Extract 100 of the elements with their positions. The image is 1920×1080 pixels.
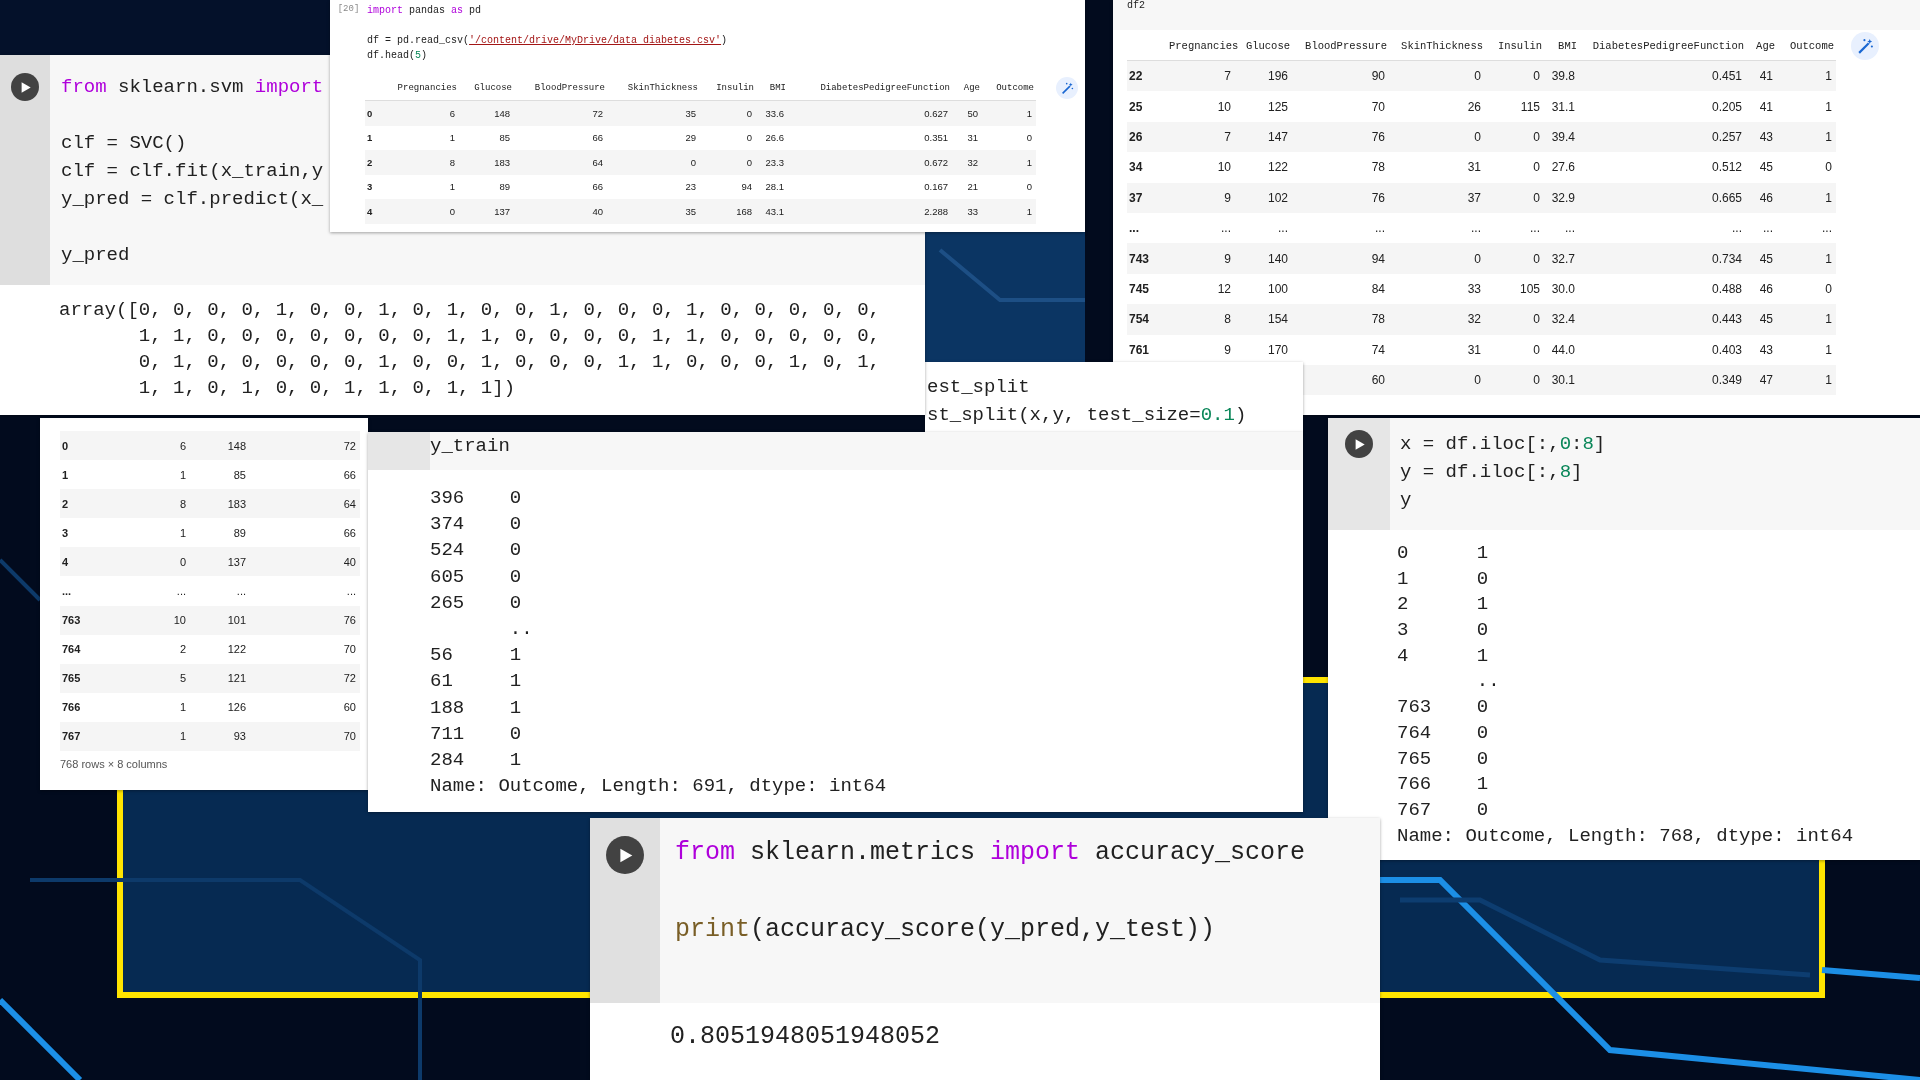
column-header: Insulin: [700, 76, 756, 101]
table-cell: 148: [459, 100, 514, 126]
table-cell: 90: [1292, 60, 1389, 92]
table-cell: 0: [1389, 60, 1485, 92]
table-cell: 0: [1485, 243, 1544, 274]
table-cell: 94: [1292, 243, 1389, 274]
table-cell: 46: [1746, 182, 1777, 213]
table-cell: 21: [952, 174, 982, 199]
table-cell: 0: [982, 125, 1036, 150]
table-cell: 0: [1389, 364, 1485, 396]
output-line: 284 1: [430, 747, 523, 773]
table-cell: 0: [110, 547, 190, 577]
table-cell: 1: [1777, 243, 1836, 274]
table-cell: 154: [1235, 304, 1292, 335]
row-index: 4: [365, 199, 394, 224]
row-index: 745: [1127, 273, 1167, 305]
output-line: ..: [508, 616, 534, 642]
table-cell: 32.9: [1544, 182, 1579, 213]
table-cell: 66: [514, 174, 607, 199]
row-index: 764: [60, 634, 110, 664]
table-cell: 66: [514, 125, 607, 150]
column-header: Age: [952, 76, 982, 101]
output-line: 1, 1, 0, 1, 0, 0, 1, 1, 0, 1, 1]): [137, 376, 517, 401]
table-cell: 0: [700, 100, 756, 126]
table-cell: 1: [110, 518, 190, 548]
table-cell: 26: [1389, 91, 1485, 122]
table-cell: 66: [250, 460, 360, 490]
output-line: 767 0: [1397, 797, 1490, 823]
table-cell: 66: [250, 518, 360, 548]
table-cell: 84: [1292, 273, 1389, 305]
output-line: 265 0: [430, 590, 523, 616]
column-header: DiabetesPedigreeFunction: [788, 76, 952, 101]
output-line: 56 1: [430, 643, 523, 669]
wand-icon: [1060, 81, 1074, 95]
row-index: 1: [365, 125, 394, 150]
table-cell: 0.451: [1579, 60, 1746, 92]
table-cell: 78: [1292, 152, 1389, 183]
output-line: 0.8051948051948052: [670, 1023, 942, 1051]
wand-button[interactable]: [1056, 77, 1078, 99]
output-line: Name: Outcome, Length: 691, dtype: int64: [430, 774, 888, 800]
table-cell: 0: [700, 125, 756, 150]
output-line: 188 1: [430, 695, 523, 721]
table-cell: 43: [1746, 334, 1777, 365]
row-index: 763: [60, 605, 110, 635]
column-header: Outcome: [1777, 32, 1836, 61]
output-line: 0, 1, 0, 0, 0, 0, 0, 1, 0, 0, 1, 0, 0, 0, 1, 1, 0, 0, 0, 1, 0, 1,: [137, 350, 881, 375]
table-cell: 0: [1485, 182, 1544, 213]
table-cell: 1: [1777, 60, 1836, 92]
table-cell: ...: [1777, 212, 1836, 244]
table-cell: 76: [1292, 121, 1389, 153]
column-header: Outcome: [982, 76, 1036, 101]
table-cell: 0: [1389, 121, 1485, 153]
run-button[interactable]: [606, 836, 644, 874]
run-button[interactable]: [11, 73, 39, 101]
row-index: 2: [365, 150, 394, 175]
table-cell: 85: [190, 460, 250, 490]
row-index: 767: [60, 721, 110, 752]
table-cell: 72: [514, 100, 607, 126]
table-cell: 47: [1746, 364, 1777, 396]
table-cell: 5: [110, 663, 190, 693]
table-cell: 26.6: [756, 125, 788, 150]
run-button[interactable]: [1345, 430, 1373, 458]
row-index: 3: [365, 174, 394, 199]
column-header: BloodPressure: [1292, 32, 1389, 61]
row-index: 0: [365, 100, 394, 126]
table-cell: 31: [1389, 152, 1485, 183]
wand-button[interactable]: [1851, 32, 1879, 60]
table-cell: 0: [1485, 364, 1544, 396]
table-cell: 43: [1746, 121, 1777, 153]
table-cell: 74: [1292, 334, 1389, 365]
table-cell: 1: [394, 174, 459, 199]
table-cell: 32: [952, 150, 982, 175]
table-cell: 1: [1777, 121, 1836, 153]
table-cell: 60: [250, 692, 360, 722]
table-cell: 183: [190, 489, 250, 519]
row-index: 754: [1127, 304, 1167, 335]
table-cell: 76: [1292, 182, 1389, 213]
code-line: y = df.iloc[:,8]: [1400, 460, 1583, 485]
table-cell: 0.665: [1579, 182, 1746, 213]
table-cell: 12: [1167, 273, 1235, 305]
table-cell: 100: [1235, 273, 1292, 305]
table-cell: 8: [394, 150, 459, 175]
table-cell: 1: [110, 460, 190, 490]
table-cell: 0: [1389, 243, 1485, 274]
table-cell: 137: [190, 547, 250, 577]
row-index: 4: [60, 547, 110, 577]
output-line: 763 0: [1397, 695, 1490, 721]
table-cell: 32.4: [1544, 304, 1579, 335]
table-cell: 0.403: [1579, 334, 1746, 365]
table-cell: 148: [190, 431, 250, 461]
table-cell: 0.672: [788, 150, 952, 175]
table-cell: 0: [700, 150, 756, 175]
code-line: clf = SVC(): [61, 131, 187, 156]
output-line: 765 0: [1397, 746, 1490, 772]
table-cell: 41: [1746, 91, 1777, 122]
output-line: 3 0: [1397, 618, 1490, 644]
code-line: y: [1400, 488, 1412, 513]
table-cell: 10: [110, 605, 190, 635]
table-cell: 0: [1485, 152, 1544, 183]
table-cell: 102: [1235, 182, 1292, 213]
